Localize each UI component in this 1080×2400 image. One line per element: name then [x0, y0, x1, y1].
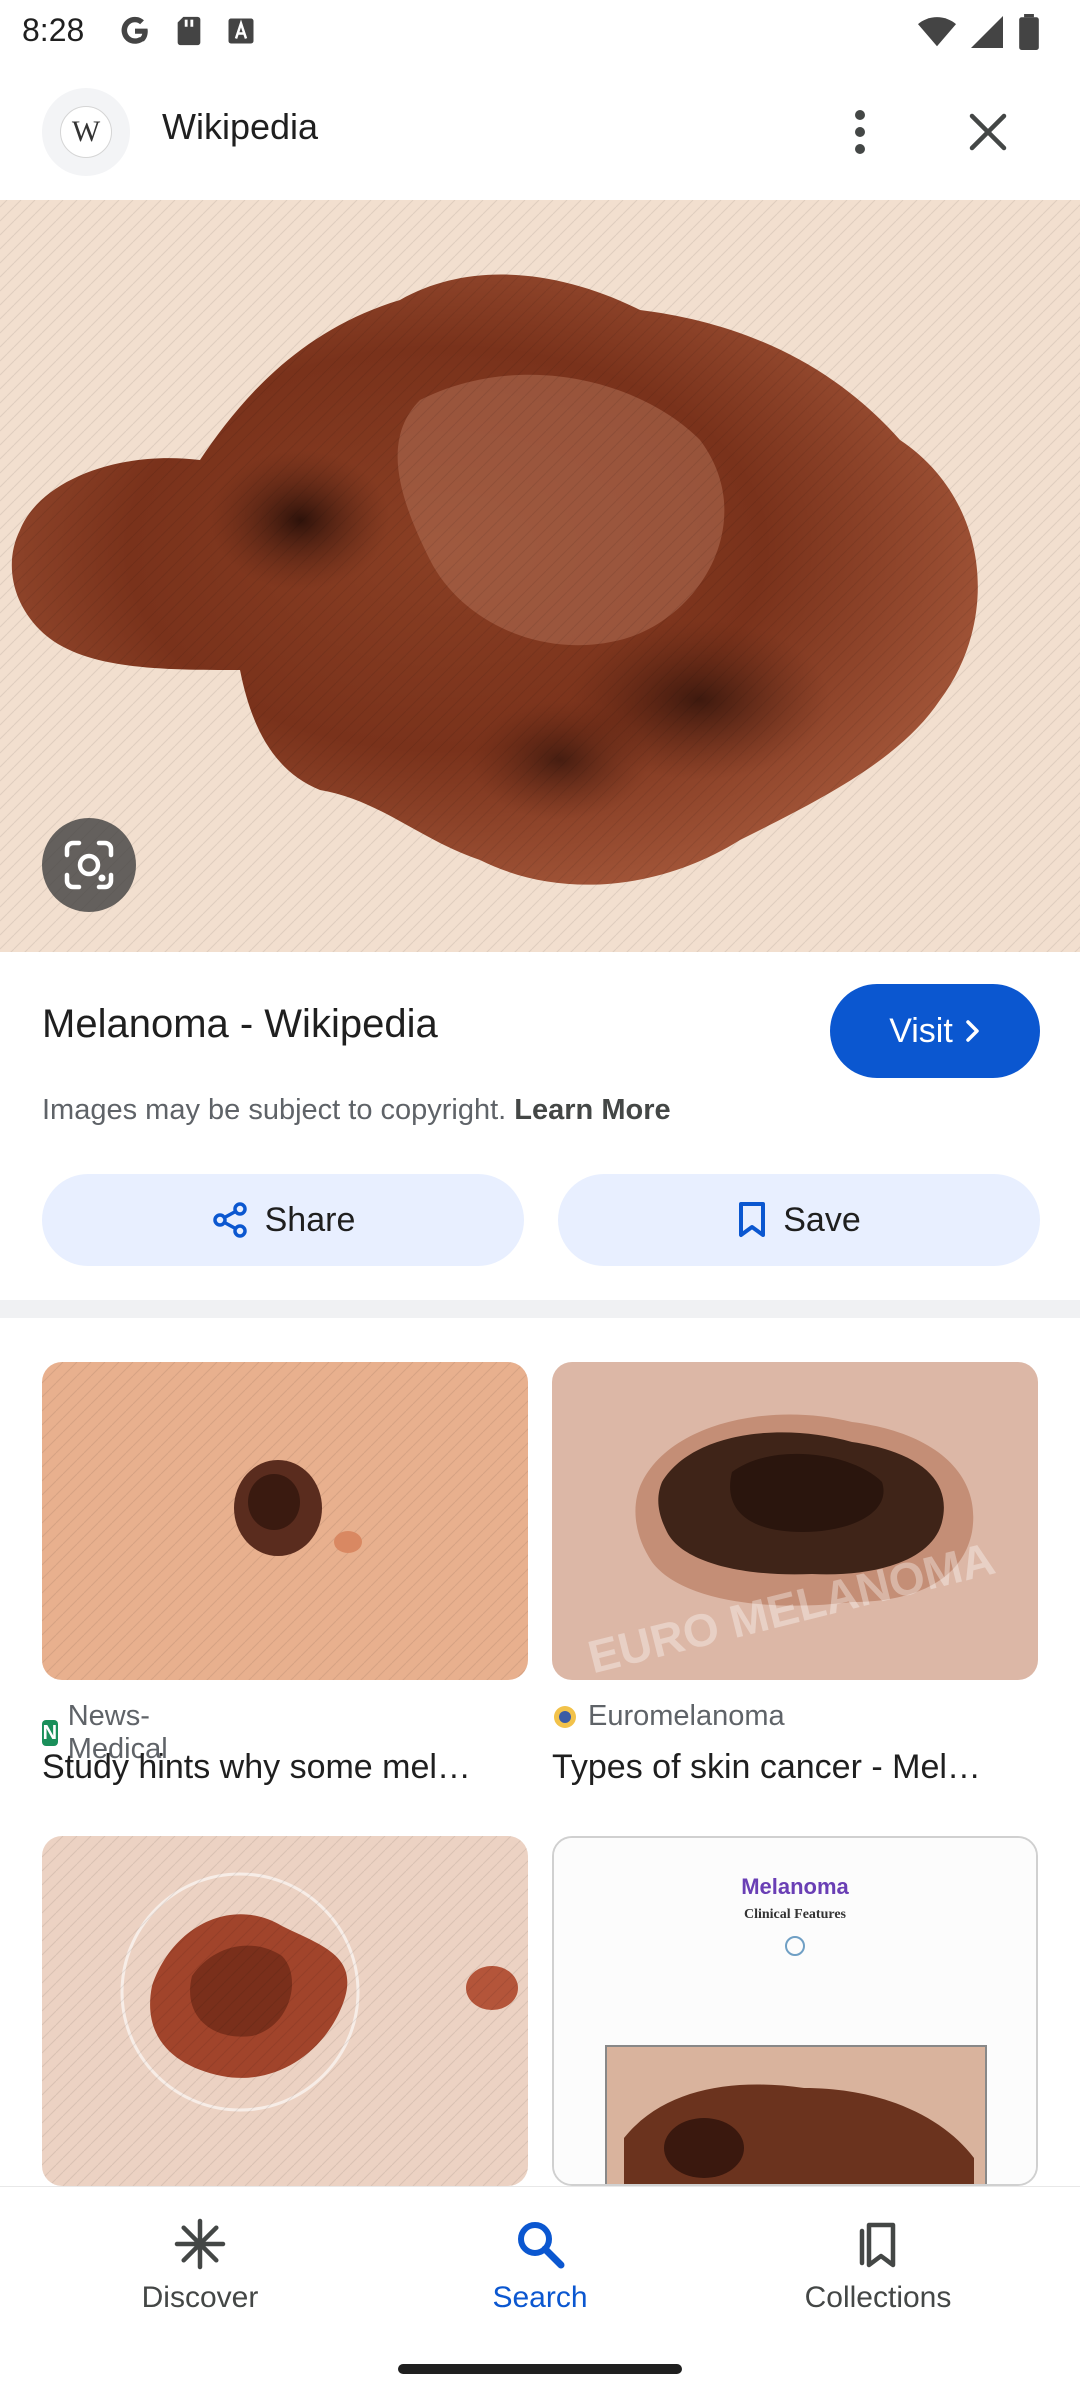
mole-thumbnail: [42, 1362, 528, 1680]
visit-button[interactable]: Visit: [830, 984, 1040, 1078]
related-caption[interactable]: Study hints why some mel…: [42, 1748, 532, 1787]
close-icon: [969, 113, 1007, 151]
chevron-right-icon: [966, 1020, 979, 1042]
viewer-header: W Wikipedia: [0, 64, 1080, 200]
status-bar: 8:28: [0, 0, 1080, 64]
euromelanoma-favicon-icon: [554, 1705, 576, 1728]
nav-discover[interactable]: Discover: [80, 2217, 320, 2315]
mole-thumbnail: [42, 1836, 528, 2186]
slide-title: Melanoma: [741, 1874, 849, 1899]
melanoma-image: [0, 200, 1080, 952]
related-image[interactable]: Melanoma Clinical Features: [552, 1836, 1038, 2186]
main-image[interactable]: [0, 200, 1080, 952]
nav-collections[interactable]: Collections: [758, 2217, 998, 2315]
nav-search[interactable]: Search: [420, 2217, 660, 2315]
related-caption[interactable]: Types of skin cancer - Mel…: [552, 1748, 1042, 1787]
signal-icon: [971, 16, 1003, 48]
search-icon: [518, 2222, 565, 2269]
status-time: 8:28: [22, 12, 85, 48]
related-source: Euromelanoma: [552, 1700, 785, 1733]
wikipedia-logo-icon[interactable]: W: [42, 88, 130, 176]
visit-label: Visit: [889, 1011, 953, 1050]
more-options-button[interactable]: [836, 100, 884, 164]
slide-subtitle: Clinical Features: [744, 1907, 847, 1922]
nav-collections-label: Collections: [804, 2281, 952, 2314]
copyright-notice: Images may be subject to copyright. Lear…: [42, 1094, 671, 1127]
mole-thumbnail: EURO MELANOMA: [552, 1362, 1038, 1680]
google-lens-button[interactable]: [42, 818, 136, 912]
copyright-text: Images may be subject to copyright.: [42, 1094, 507, 1126]
related-image[interactable]: [42, 1362, 528, 1680]
battery-icon: [1019, 14, 1039, 50]
save-label: Save: [783, 1200, 861, 1239]
site-name[interactable]: Wikipedia: [162, 106, 318, 148]
news-medical-favicon-icon: N: [42, 1720, 58, 1746]
close-button[interactable]: [960, 104, 1016, 160]
font-icon: [228, 18, 254, 44]
nav-discover-label: Discover: [141, 2281, 259, 2314]
learn-more-link[interactable]: Learn More: [514, 1094, 670, 1126]
asterisk-icon: [174, 2218, 226, 2270]
slide-thumbnail: Melanoma Clinical Features: [554, 1838, 1036, 2184]
section-divider: [0, 1300, 1080, 1318]
bookmark-icon: [739, 1202, 766, 1237]
share-label: Share: [264, 1200, 356, 1239]
more-vert-icon: [855, 110, 865, 154]
share-icon: [212, 1202, 247, 1238]
lens-icon: [64, 840, 114, 890]
save-button[interactable]: Save: [558, 1174, 1040, 1266]
sd-card-icon: [177, 16, 201, 46]
source-name: Euromelanoma: [588, 1700, 785, 1732]
related-image[interactable]: [42, 1836, 528, 2186]
share-button[interactable]: Share: [42, 1174, 524, 1266]
site-icon-letter: W: [60, 106, 112, 158]
google-icon: [121, 16, 148, 44]
nav-search-label: Search: [492, 2281, 588, 2314]
collections-icon: [859, 2222, 896, 2268]
home-indicator[interactable]: [398, 2364, 682, 2374]
wifi-icon: [918, 17, 956, 47]
related-image[interactable]: EURO MELANOMA: [552, 1362, 1038, 1680]
result-title[interactable]: Melanoma - Wikipedia: [42, 1002, 438, 1047]
